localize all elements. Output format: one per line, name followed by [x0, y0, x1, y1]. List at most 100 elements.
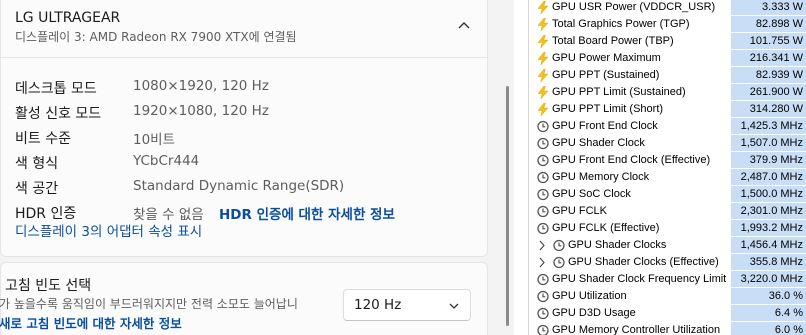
expand-chevron-icon[interactable] [538, 257, 546, 268]
sensor-name: GPU Shader Clocks [568, 239, 667, 251]
property-row-bit-depth: 비트 수준 10비트 [1, 125, 487, 149]
clock-icon [553, 239, 565, 252]
property-value: 10비트 [133, 132, 176, 148]
display-settings-panel: LG ULTRAGEAR 디스플레이 3: AMD Radeon RX 7900… [0, 0, 514, 335]
sensor-value: 82.898 W [731, 16, 806, 32]
sensor-row[interactable]: GPU D3D Usage 6.4 % [529, 305, 806, 322]
clock-icon [537, 324, 549, 335]
sensor-row[interactable]: Total Board Power (TBP) 101.755 W [529, 33, 806, 50]
property-row-desktop-mode: 데스크톱 모드 1080×1920, 120 Hz [1, 75, 487, 99]
sensor-name: Total Graphics Power (TGP) [552, 18, 690, 30]
sensor-name: GPU SoC Clock [552, 188, 631, 200]
property-row-color-format: 색 형식 YCbCr444 [1, 150, 487, 174]
sensor-value: 261.900 W [731, 84, 806, 100]
refresh-rate-dropdown[interactable]: 120 Hz [343, 289, 471, 321]
sensor-value: 3,220.0 MHz [731, 271, 806, 287]
sensor-value: 101.755 W [731, 33, 806, 49]
power-bolt-icon [537, 17, 549, 32]
chevron-up-icon[interactable] [454, 15, 474, 35]
sensor-value: 379.9 MHz [731, 152, 806, 168]
clock-icon [553, 256, 565, 269]
sensor-row[interactable]: GPU Power Maximum 216.341 W [529, 50, 806, 67]
sensor-row[interactable]: GPU Front End Clock 1,425.3 MHz [529, 118, 806, 135]
sensor-name: GPU Memory Controller Utilization [552, 324, 721, 335]
sensor-row[interactable]: GPU Memory Clock 2,487.0 MHz [529, 169, 806, 186]
property-row-active-signal-mode: 활성 신호 모드 1920×1080, 120 Hz [1, 100, 487, 124]
sensor-value: 1,425.3 MHz [731, 118, 806, 134]
property-value: Standard Dynamic Range(SDR) [133, 178, 345, 194]
sensor-row[interactable]: GPU FCLK 2,301.0 MHz [529, 203, 806, 220]
clock-icon [537, 222, 549, 235]
hdr-info-link[interactable]: HDR 인증에 대한 자세한 정보 [219, 203, 395, 223]
chevron-down-icon [449, 303, 459, 309]
power-bolt-icon [537, 0, 549, 15]
sensor-value: 2,301.0 MHz [731, 203, 806, 219]
property-label: 활성 신호 모드 [15, 106, 102, 122]
refresh-rate-info-link[interactable]: 새로 고침 빈도에 대한 자세한 정보 [0, 313, 182, 332]
sensor-row[interactable]: GPU Shader Clock Frequency Limit 3,220.0 … [529, 271, 806, 288]
sensor-name: GPU Shader Clock Frequency Limit [552, 273, 727, 285]
sensor-row[interactable]: GPU PPT Limit (Sustained) 261.900 W [529, 84, 806, 101]
sensor-value: 2,487.0 MHz [731, 169, 806, 185]
clock-icon [537, 273, 549, 286]
monitor-subtitle: 디스플레이 3: AMD Radeon RX 7900 XTX에 연결됨 [15, 30, 297, 44]
sensor-row[interactable]: GPU PPT (Sustained) 82.939 W [529, 67, 806, 84]
sensor-value: 355.8 MHz [731, 254, 806, 270]
clock-icon [537, 188, 549, 201]
property-label: 색 형식 [15, 156, 59, 172]
sensor-row[interactable]: GPU PPT Limit (Short) 314.280 W [529, 101, 806, 118]
sensor-panel: GPU USR Power (VDDCR_USR) 3.333 W Total Gr… [528, 0, 806, 335]
power-bolt-icon [537, 51, 549, 66]
sensor-row[interactable]: GPU Shader Clock 1,507.0 MHz [529, 135, 806, 152]
sensor-value: 216.341 W [731, 50, 806, 66]
property-label: 비트 수준 [15, 131, 71, 147]
sensor-name: GPU PPT Limit (Sustained) [552, 86, 686, 98]
sensor-value: 82.939 W [731, 67, 806, 83]
refresh-rate-selected: 120 Hz [354, 297, 402, 313]
sensor-row[interactable]: GPU Utilization 36.0 % [529, 288, 806, 305]
sensor-name: GPU D3D Usage [552, 307, 636, 319]
sensor-row[interactable]: GPU Shader Clocks 1,456.4 MHz [529, 237, 806, 254]
sensor-name: GPU FCLK (Effective) [552, 222, 660, 234]
sensor-value: 314.280 W [731, 101, 806, 117]
clock-icon [537, 171, 549, 184]
property-row-color-space: 색 공간 Standard Dynamic Range(SDR) [1, 175, 487, 199]
clock-icon [537, 120, 549, 133]
sensor-name: GPU Shader Clock [552, 137, 645, 149]
sensor-row[interactable]: Total Graphics Power (TGP) 82.898 W [529, 16, 806, 33]
sensor-name: Total Board Power (TBP) [552, 35, 674, 47]
section-divider [1, 57, 487, 58]
advanced-display-card: LG ULTRAGEAR 디스플레이 3: AMD Radeon RX 7900… [0, 0, 488, 257]
sensor-row[interactable]: GPU Front End Clock (Effective) 379.9 MHz [529, 152, 806, 169]
sensor-name: GPU Front End Clock [552, 120, 658, 132]
clock-icon [537, 290, 549, 303]
sensor-value: 6.4 % [731, 305, 806, 321]
refresh-rate-description: 가 높을수록 움직임이 부드러워지지만 전력 소모도 늘어납니 [0, 297, 298, 311]
expand-chevron-icon[interactable] [538, 240, 546, 251]
sensor-name: GPU PPT (Sustained) [552, 69, 660, 81]
sensor-value: 3.333 W [731, 0, 806, 15]
clock-icon [537, 205, 549, 218]
sensor-value: 36.0 % [731, 288, 806, 304]
property-value: YCbCr444 [133, 153, 200, 169]
clock-icon [537, 154, 549, 167]
monitor-title: LG ULTRAGEAR [15, 10, 121, 26]
sensor-row[interactable]: GPU FCLK (Effective) 1,993.2 MHz [529, 220, 806, 237]
power-bolt-icon [537, 34, 549, 49]
sensor-value: 6.0 % [731, 322, 806, 335]
adapter-properties-link[interactable]: 디스플레이 3의 어댑터 속성 표시 [15, 220, 202, 240]
clock-icon [537, 137, 549, 150]
property-value: 1920×1080, 120 Hz [133, 103, 269, 119]
clock-icon [537, 307, 549, 320]
sensor-row[interactable]: GPU USR Power (VDDCR_USR) 3.333 W [529, 0, 806, 16]
sensor-row[interactable]: GPU Shader Clocks (Effective) 355.8 MHz [529, 254, 806, 271]
refresh-rate-card: 고침 빈도 선택 가 높을수록 움직임이 부드러워지지만 전력 소모도 늘어납니… [0, 262, 488, 335]
power-bolt-icon [537, 85, 549, 100]
refresh-rate-title: 고침 빈도 선택 [5, 278, 92, 294]
sensor-row[interactable]: GPU SoC Clock 1,500.0 MHz [529, 186, 806, 203]
scrollbar[interactable] [506, 86, 509, 326]
power-bolt-icon [537, 68, 549, 83]
sensor-row[interactable]: GPU Memory Controller Utilization 6.0 % [529, 322, 806, 335]
sensor-value: 1,500.0 MHz [731, 186, 806, 202]
power-bolt-icon [537, 102, 549, 117]
